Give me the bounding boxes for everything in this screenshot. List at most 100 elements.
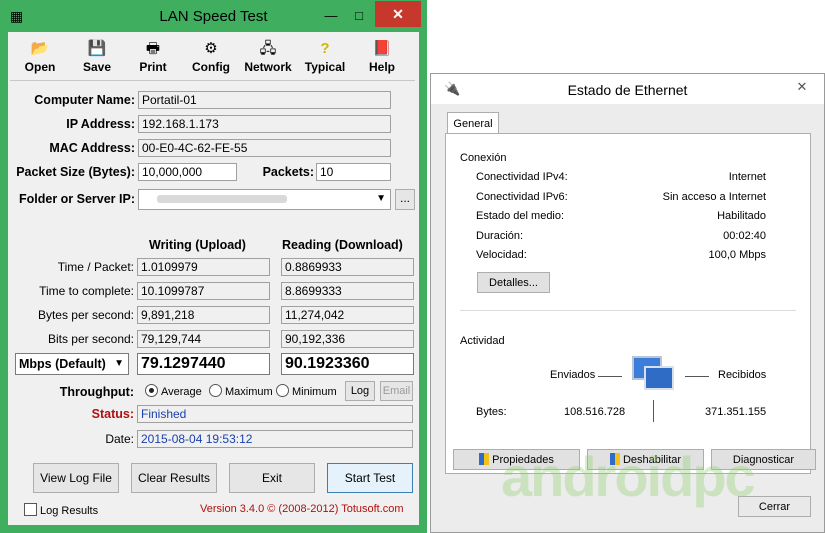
throughput-label: Throughput: [59,385,134,399]
writing-header: Writing (Upload) [149,238,246,252]
bytes-per-second-write: 9,891,218 [137,306,270,324]
radio-maximum[interactable]: Maximum [209,384,273,398]
close-dialog-button[interactable]: Cerrar [738,496,811,517]
lan-body: 📂 Open 💾 Save 🖶 Print ⚙ Config 🖧 Network… [8,32,419,525]
unit-select[interactable]: Mbps (Default) ▼ [15,353,129,375]
watermark-logo: androidpc [501,445,756,508]
date-label: Date: [105,432,134,446]
conexion-header: Conexión [460,152,507,164]
speed-value: 100,0 Mbps [708,249,766,261]
bytes-sent: 108.516.728 [564,406,626,418]
speed-label: Velocidad: [476,249,527,261]
ipv6-label: Conectividad IPv6: [476,191,568,203]
status-field: Finished [137,405,413,423]
sent-label: Enviados [550,369,596,381]
time-to-complete-read: 8.8699333 [281,282,414,300]
print-button[interactable]: 🖶 Print [127,40,179,78]
time-to-complete-write: 10.1099787 [137,282,270,300]
duration-value: 00:02:40 [723,230,766,242]
question-icon: ? [320,40,330,57]
lan-titlebar: ▦ LAN Speed Test — □ ✕ [0,0,427,32]
log-results-box [24,503,37,516]
radio-maximum-dot [209,384,222,397]
divider [460,310,796,311]
folder-label: Folder or Server IP: [18,192,135,206]
open-label: Open [24,60,56,74]
computer-name-label: Computer Name: [34,93,135,107]
write-mbps-value: 79.1297440 [137,353,270,375]
bits-per-second-label: Bits per second: [47,332,134,346]
floppy-icon: 💾 [87,40,107,57]
log-results-checkbox[interactable]: Log Results [24,503,98,517]
lan-speed-test-window: ▦ LAN Speed Test — □ ✕ 📂 Open 💾 Save 🖶 P… [0,0,427,533]
eth-general-panel: Conexión Conectividad IPv4: Internet Con… [445,133,816,474]
network-label: Network [244,60,292,74]
packets-input[interactable]: 10 [316,163,391,181]
date-field: 2015-08-04 19:53:12 [137,430,413,448]
media-state-value: Habilitado [717,210,766,222]
bytes-per-second-read: 11,274,042 [281,306,414,324]
received-label: Recibidos [718,369,767,381]
bytes-divider [653,400,654,422]
actividad-header: Actividad [460,335,505,347]
exit-button[interactable]: Exit [229,463,315,493]
folder-server-select[interactable]: ▼ [138,189,391,210]
typical-button[interactable]: ? Typical [299,40,351,78]
sent-line [598,376,622,377]
bytes-per-second-label: Bytes per second: [37,308,134,322]
unit-select-value: Mbps (Default) [19,357,106,371]
computer-name-field: Portatil-01 [138,91,391,109]
received-line [685,376,709,377]
ip-address-label: IP Address: [66,117,135,131]
ipv6-value: Sin acceso a Internet [662,191,766,203]
print-label: Print [139,60,167,74]
radio-minimum[interactable]: Minimum [276,384,337,398]
view-log-button[interactable]: View Log File [33,463,119,493]
status-label: Status: [91,407,134,421]
bits-per-second-read: 90,192,336 [281,330,414,348]
ethernet-status-window: 🔌 Estado de Ethernet ✕ General Conexión … [430,73,825,533]
packet-size-label: Packet Size (Bytes): [16,165,135,179]
tab-general[interactable]: General [447,112,499,135]
email-button[interactable]: Email [380,381,413,401]
blurred-path [157,195,287,203]
version-text: Version 3.4.0 © (2008-2012) Totusoft.com [200,503,404,515]
details-button[interactable]: Detalles... [477,272,550,293]
radio-minimum-label: Minimum [292,386,337,398]
printer-icon: 🖶 [145,40,161,57]
duration-label: Duración: [476,230,524,242]
minimize-button[interactable]: — [318,6,344,26]
save-button[interactable]: 💾 Save [71,40,123,78]
monitor-front [644,366,674,390]
packets-label: Packets: [262,165,314,179]
config-button[interactable]: ⚙ Config [185,40,237,78]
help-button[interactable]: 📕 Help [356,40,408,78]
network-icon: 🖧 [259,40,277,57]
media-state-label: Estado del medio: [476,210,565,222]
mac-address-label: MAC Address: [49,141,135,155]
chevron-down-icon: ▼ [114,358,124,369]
maximize-button[interactable]: □ [346,6,372,26]
log-button[interactable]: Log [345,381,375,401]
toolbar-divider [10,80,415,81]
reading-header: Reading (Download) [282,238,403,252]
packet-size-input[interactable]: 10,000,000 [138,163,237,181]
radio-average-dot [145,384,158,397]
eth-close-button[interactable]: ✕ [789,78,815,96]
browse-button[interactable]: ... [395,189,415,210]
help-label: Help [368,60,395,74]
radio-maximum-label: Maximum [225,386,273,398]
uac-shield-icon [479,453,490,465]
ipv4-value: Internet [728,171,766,183]
radio-average[interactable]: Average [145,384,202,398]
network-button[interactable]: 🖧 Network [240,40,296,78]
clear-results-button[interactable]: Clear Results [131,463,217,493]
close-button[interactable]: ✕ [375,1,421,27]
mac-address-field: 00-E0-4C-62-FE-55 [138,139,391,157]
radio-average-label: Average [161,386,202,398]
save-label: Save [82,60,112,74]
time-to-complete-label: Time to complete: [39,284,134,298]
start-test-button[interactable]: Start Test [327,463,413,493]
open-button[interactable]: 📂 Open [14,40,66,78]
eth-window-title: Estado de Ethernet [567,82,688,98]
